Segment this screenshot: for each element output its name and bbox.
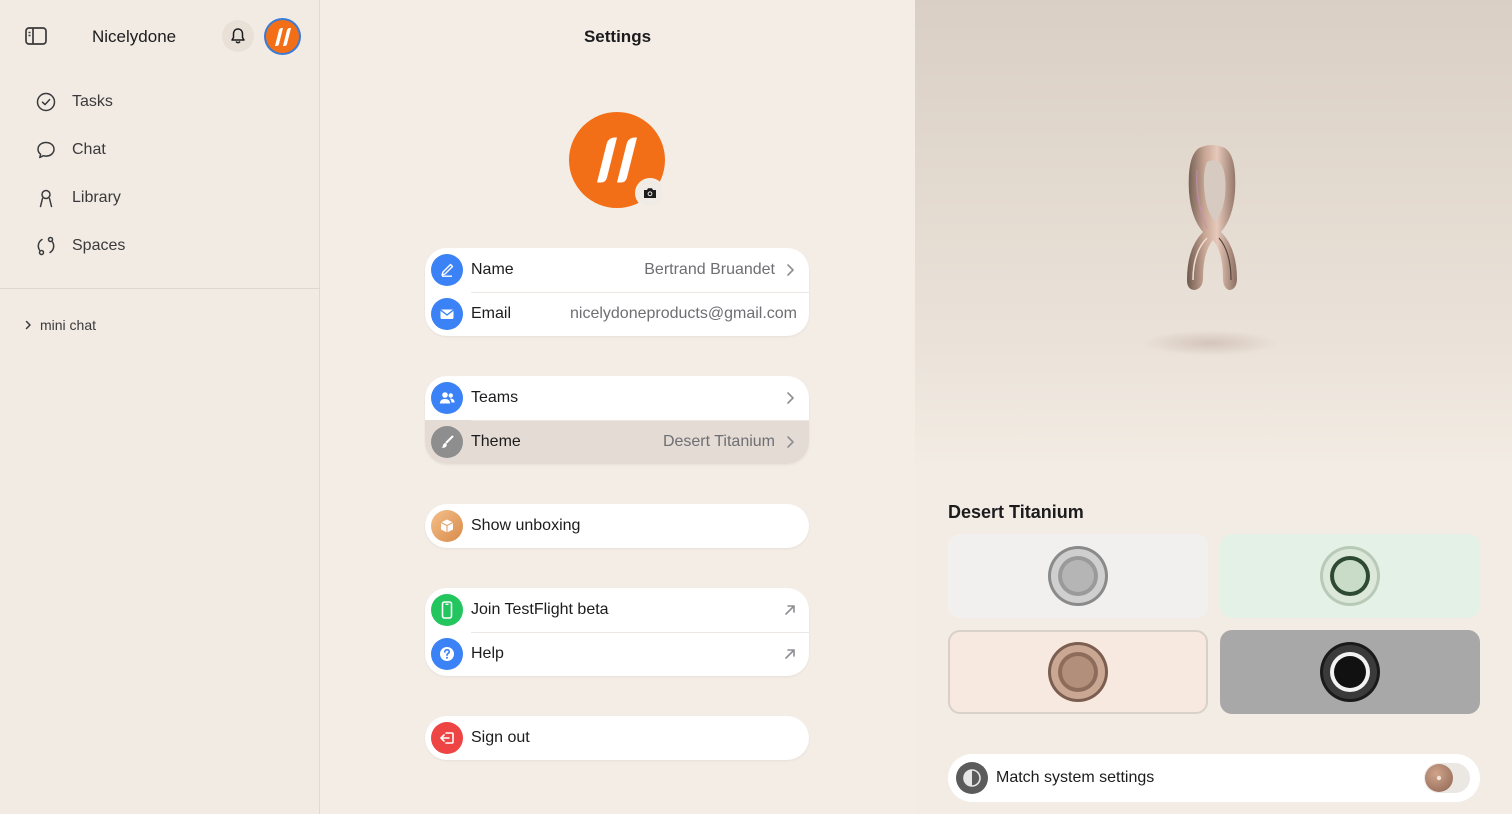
question-circle-icon: [431, 638, 463, 670]
change-photo-button[interactable]: [635, 178, 665, 208]
theme-hero-preview: [915, 0, 1512, 470]
theme-value: Desert Titanium: [662, 433, 775, 450]
name-row[interactable]: Name Bertrand Bruandet: [425, 248, 809, 292]
arrow-up-right-icon: [783, 647, 797, 661]
brand-logo-icon: [274, 27, 291, 46]
phone-icon: [431, 594, 463, 626]
mini-chat-toggle[interactable]: mini chat: [22, 317, 96, 333]
hero-shadow: [1140, 330, 1280, 356]
testflight-label: Join TestFlight beta: [471, 601, 609, 618]
sidebar-item-label: Chat: [72, 141, 106, 158]
notifications-button[interactable]: [222, 20, 254, 52]
toggle-knob: [1425, 764, 1453, 792]
bell-icon: [231, 28, 245, 44]
teams-label: Teams: [471, 389, 519, 406]
green-ring-icon: [1320, 546, 1380, 606]
app-title: Nicelydone: [92, 27, 177, 46]
box-icon: [431, 510, 463, 542]
sign-out-label: Sign out: [471, 729, 530, 746]
match-system-settings-row[interactable]: Match system settings: [948, 754, 1480, 802]
chevron-right-icon: [783, 391, 797, 405]
match-system-toggle[interactable]: [1424, 763, 1470, 793]
unboxing-group: Show unboxing: [425, 504, 809, 548]
person-icon: [35, 187, 57, 209]
avatar: [266, 20, 299, 53]
sidebar-nav: Tasks Chat Library Spaces: [0, 78, 320, 270]
theme-swatch-green[interactable]: [1220, 534, 1480, 618]
help-row[interactable]: Help: [425, 632, 809, 676]
sidebar-item-label: Spaces: [72, 237, 126, 254]
sign-out-button[interactable]: Sign out: [425, 716, 809, 760]
sidebar-item-spaces[interactable]: Spaces: [0, 222, 320, 270]
teams-row[interactable]: Teams: [425, 376, 809, 420]
name-label: Name: [471, 261, 514, 278]
theme-swatch-silver[interactable]: [948, 534, 1208, 618]
sidebar-item-label: Library: [72, 189, 121, 206]
sign-out-icon: [431, 722, 463, 754]
theme-label: Theme: [471, 433, 521, 450]
signout-group: Sign out: [425, 716, 809, 760]
name-value: Bertrand Bruandet: [644, 261, 775, 278]
paintbrush-icon: [431, 426, 463, 458]
sidebar-toggle-button[interactable]: [24, 25, 48, 47]
theme-row[interactable]: Theme Desert Titanium: [425, 420, 809, 464]
theme-swatch-black[interactable]: [1220, 630, 1480, 714]
sidebar-item-chat[interactable]: Chat: [0, 126, 320, 174]
theme-swatch-desert[interactable]: [948, 630, 1208, 714]
people-icon: [431, 382, 463, 414]
chat-bubble-icon: [35, 139, 57, 161]
sidebar-item-tasks[interactable]: Tasks: [0, 78, 320, 126]
preferences-group: Teams Theme Desert Titanium: [425, 376, 809, 464]
help-label: Help: [471, 645, 504, 662]
contrast-icon: [956, 762, 988, 794]
sidebar-item-label: Tasks: [72, 93, 113, 110]
account-group: Name Bertrand Bruandet Email nicelydonep…: [425, 248, 809, 336]
theme-preview-panel: Desert Titanium Match system settings: [915, 0, 1512, 814]
testflight-row[interactable]: Join TestFlight beta: [425, 588, 809, 632]
envelope-icon: [431, 298, 463, 330]
support-group: Join TestFlight beta Help: [425, 588, 809, 676]
sidebar-item-library[interactable]: Library: [0, 174, 320, 222]
chevron-right-icon: [25, 320, 31, 330]
show-unboxing-row[interactable]: Show unboxing: [425, 504, 809, 548]
chevron-right-icon: [783, 435, 797, 449]
camera-icon: [644, 188, 656, 198]
titanium-logo-3d-icon: [1187, 145, 1237, 290]
arrow-up-right-icon: [783, 603, 797, 617]
sidebar: Nicelydone Tasks Chat Library Spaces min…: [0, 0, 320, 814]
pencil-icon: [431, 254, 463, 286]
selected-theme-name: Desert Titanium: [948, 502, 1084, 522]
email-row[interactable]: Email nicelydoneproducts@gmail.com: [425, 292, 809, 336]
sidebar-divider: [0, 288, 320, 289]
sidebar-header: Nicelydone: [0, 0, 320, 72]
email-value: nicelydoneproducts@gmail.com: [569, 305, 797, 322]
settings-panel: Settings Name Bertrand Bruandet Email ni…: [320, 0, 915, 814]
chevron-right-icon: [783, 263, 797, 277]
spaces-orbit-icon: [35, 235, 57, 257]
silver-ring-icon: [1048, 546, 1108, 606]
desert-ring-icon: [1048, 642, 1108, 702]
mini-chat-label: mini chat: [40, 317, 97, 333]
user-avatar-button[interactable]: [264, 18, 301, 55]
brand-logo-icon: [597, 137, 637, 183]
email-label: Email: [471, 305, 512, 322]
black-ring-icon: [1320, 642, 1380, 702]
page-title: Settings: [583, 27, 652, 46]
check-circle-icon: [35, 91, 57, 113]
show-unboxing-label: Show unboxing: [471, 517, 581, 534]
match-system-settings-label: Match system settings: [996, 769, 1155, 786]
sidebar-toggle-icon: [25, 27, 47, 45]
